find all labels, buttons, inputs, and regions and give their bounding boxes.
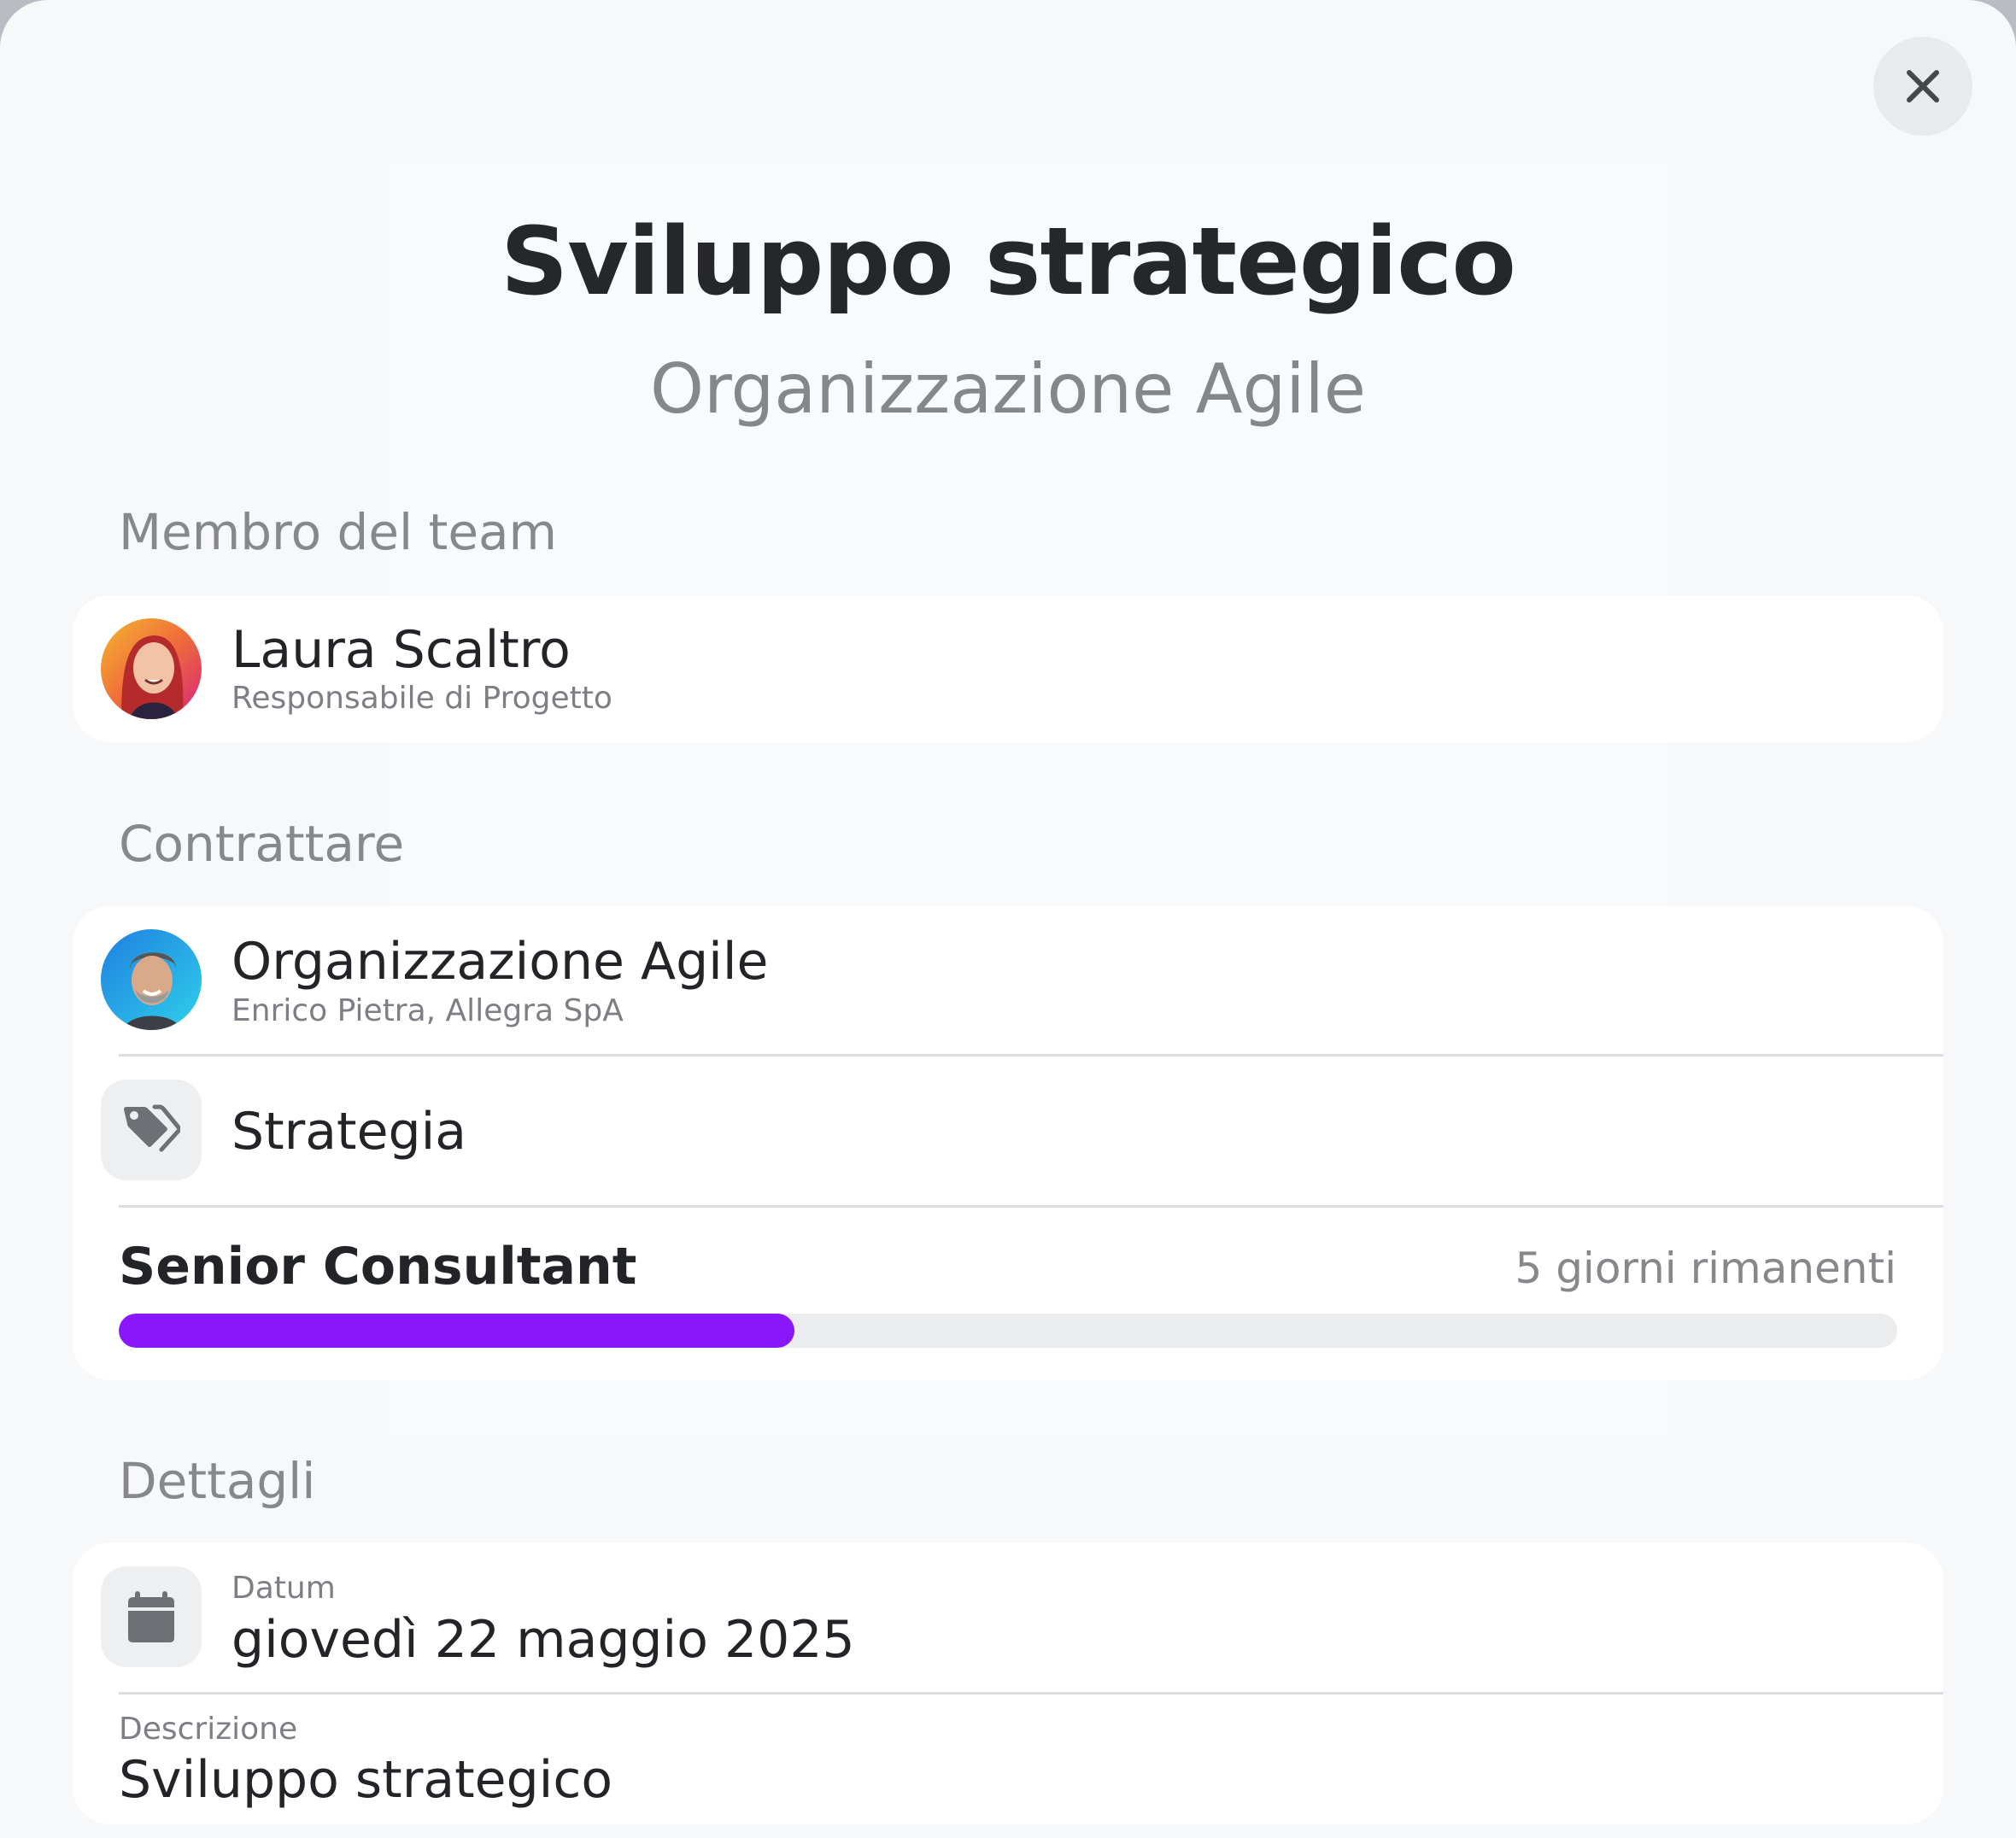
client-contact: Enrico Pietra, Allegra SpA [231,993,624,1028]
contract-role-label: Senior Consultant [119,1237,637,1297]
member-role: Responsabile di Progetto [231,681,612,716]
tag-icon [124,1104,180,1152]
member-name: Laura Scaltro [231,620,571,680]
date-icon-box [101,1566,202,1667]
project-detail-modal: Sviluppo strategico Organizzazione Agile… [0,0,2016,1838]
contract-card: Organizzazione Agile Enrico Pietra, Alle… [73,906,1943,1380]
days-progress-bar [119,1314,1897,1348]
avatar [101,618,202,719]
divider [119,1205,1943,1208]
avatar [101,929,202,1030]
date-row[interactable]: Datum giovedì 22 maggio 2025 [73,1542,1943,1693]
section-label-contract: Contrattare [119,815,405,873]
date-value: giovedì 22 maggio 2025 [231,1610,855,1670]
date-caption: Datum [231,1571,336,1606]
page-subtitle: Organizzazione Agile [650,349,1366,429]
category-row[interactable]: Strategia [73,1057,1943,1205]
category-label: Strategia [231,1102,467,1162]
description-caption: Descrizione [119,1712,298,1747]
page-title: Sviluppo strategico [501,207,1516,316]
client-name: Organizzazione Agile [231,932,769,992]
client-row[interactable]: Organizzazione Agile Enrico Pietra, Alle… [73,906,1943,1055]
calendar-icon [128,1591,174,1642]
details-card: Datum giovedì 22 maggio 2025 Descrizione… [73,1542,1943,1824]
close-button[interactable] [1873,37,1972,136]
section-label-team: Membro del team [119,503,558,561]
divider [119,1692,1943,1695]
section-label-details: Dettagli [119,1452,316,1510]
days-progress-fill [119,1314,795,1348]
category-icon-box [101,1080,202,1180]
days-remaining: 5 giorni rimanenti [1515,1244,1896,1293]
description-value: Sviluppo strategico [119,1750,613,1810]
team-member-card[interactable]: Laura Scaltro Responsabile di Progetto [73,595,1943,742]
close-icon [1907,70,1939,102]
